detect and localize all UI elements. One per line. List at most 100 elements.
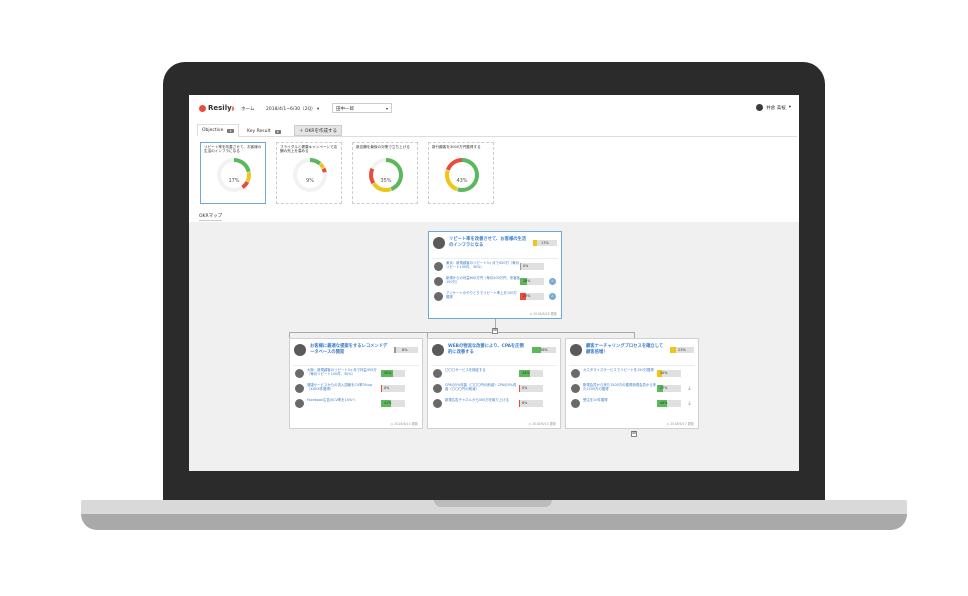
- logo-icon: [199, 104, 206, 112]
- chevron-down-icon: ▾: [385, 106, 388, 111]
- progress-text: 41%: [384, 401, 392, 405]
- department-value: 田中一郎: [336, 107, 354, 112]
- avatar: [294, 344, 306, 356]
- period-selector[interactable]: 2018/4/1~6/30（2Q） ▾: [266, 106, 319, 112]
- key-result-title[interactable]: 東京：新規顧客のリピート3ヶ月で450万（毎月リピート100件、30%）: [446, 261, 520, 269]
- key-result-row[interactable]: カスタマイズサービスでリピートを150万獲得 20%: [569, 366, 695, 381]
- objective-card[interactable]: 新店舗を最後の対策で立ち上げる 35%: [352, 142, 418, 204]
- key-result-row[interactable]: 東京：新規顧客のリピート3ヶ月で450万（毎月リピート100件、30%） 0%: [432, 259, 558, 274]
- tab-objective-label: Objective: [202, 128, 224, 133]
- objective-cards: リピート率を改善させて、お客様の生活のインフラになる 17% ブライダルと健康キャン…: [189, 142, 799, 204]
- key-result-row[interactable]: 大阪：新規顧客のリピート3ヶ月で利益450万（毎月リピート100件、30%） 50…: [293, 366, 419, 381]
- key-result-list: 東京：新規顧客のリピート3ヶ月で450万（毎月リピート100件、30%） 0% 新規…: [432, 258, 558, 304]
- key-result-title[interactable]: 健康サービスからの流入週報をCV率3%up（XXXX件獲得）: [307, 383, 381, 391]
- node-header: お客様に最適な提案をするレコメンドデータベースの開発 8%: [290, 339, 422, 365]
- key-result-title[interactable]: アンケートのやりとりでリピート率上を150万獲得: [446, 291, 520, 299]
- period-label: 2018/4/1~6/30（2Q）: [266, 107, 316, 112]
- app-screen: Resily β ホーム 2018/4/1~6/30（2Q） ▾ 田中一郎 ▾ 井…: [189, 95, 799, 471]
- key-result-title[interactable]: 新規からの利益600万円（毎月200万円、来客各150万）: [446, 276, 520, 284]
- progress-text: 8%: [402, 348, 408, 352]
- key-result-progress: 20%: [657, 370, 681, 377]
- avatar: [433, 369, 442, 378]
- progress-donut: [445, 158, 479, 192]
- tab-count-badge: 8: [274, 129, 281, 134]
- progress-donut: [217, 158, 251, 192]
- avatar: [434, 292, 443, 301]
- objective-progress: 17%: [533, 240, 557, 246]
- key-result-title[interactable]: 大阪：新規顧客のリピート3ヶ月で利益450万（毎月リピート100件、30%）: [307, 368, 381, 376]
- progress-text: 6%: [522, 401, 528, 405]
- progress-text: 36%: [540, 348, 548, 352]
- download-icon[interactable]: ⤓: [686, 400, 693, 407]
- objective-title[interactable]: 顧客ナーチャリングプロセスを確立して顧客倍増！: [586, 344, 666, 356]
- key-result-title[interactable]: 〇〇〇サービスを検証する: [445, 368, 519, 372]
- laptop-mockup: Resily β ホーム 2018/4/1~6/30（2Q） ▾ 田中一郎 ▾ 井…: [0, 0, 968, 596]
- progress-donut: [293, 158, 327, 192]
- key-result-row[interactable]: 健康サービスからの流入週報をCV率3%up（XXXX件獲得） 0%: [293, 381, 419, 396]
- objective-card-progress: 17%: [228, 178, 240, 184]
- warning-icon[interactable]: ⚠: [549, 293, 556, 300]
- key-result-row[interactable]: CPAの5%改善（〇〇〇円の削減）CPAの5%改善（〇〇〇円の削減） 0%: [431, 381, 557, 396]
- user-menu[interactable]: 井倉 美桜 ▾: [756, 104, 791, 111]
- objective-title[interactable]: WEBの物流な改善により、CPAを圧倒的に改善する: [448, 344, 528, 356]
- objective-card[interactable]: リピート率を改善させて、お客様の生活のインフラになる 17%: [200, 142, 266, 204]
- key-result-progress: 6%: [519, 400, 543, 407]
- progress-donut: [369, 158, 403, 192]
- key-result-row[interactable]: 新規会員から来た1500万の獲得新規会員から来た1500万の獲得 27% ⤓: [569, 381, 695, 396]
- logo-beta: β: [231, 105, 235, 111]
- laptop-base-bottom: [81, 514, 907, 530]
- objective-card[interactable]: 新行顧客を3000万円獲得する 43%: [428, 142, 494, 204]
- laptop-notch: [434, 500, 552, 507]
- progress-text: 27%: [660, 386, 668, 390]
- key-result-row[interactable]: アンケートのやりとりでリピート率上を150万獲得 23% ⚠: [432, 289, 558, 304]
- okr-map-tab[interactable]: OKRマップ: [199, 213, 223, 221]
- key-result-row[interactable]: Facebook広告のCV率を15%へ 41%: [293, 396, 419, 411]
- objective-card[interactable]: ブライダルと健康キャンペーンで店舗の売上を高める 9%: [276, 142, 342, 204]
- download-icon[interactable]: ⤓: [686, 385, 693, 392]
- progress-text: 40%: [660, 401, 668, 405]
- progress-text: 17%: [541, 241, 549, 245]
- last-updated: ◎ 2018/6/17 更新: [666, 422, 694, 426]
- create-okr-button[interactable]: ＋ OKRを作成する: [294, 125, 343, 136]
- nav-home-link[interactable]: ホーム: [241, 106, 254, 112]
- avatar: [434, 277, 443, 286]
- key-result-row[interactable]: 新規からの利益600万円（毎月200万円、来客各150万） 28% ⚠: [432, 274, 558, 289]
- key-result-progress: 40%: [657, 400, 681, 407]
- objective-progress: 36%: [532, 347, 556, 353]
- user-name: 井倉 美桜: [766, 105, 786, 111]
- okr-map-canvas[interactable]: リピート率を改善させて、お客様の生活のインフラになる 17% 東京：新規顧客のリピー…: [189, 222, 799, 471]
- key-result-progress: 23%: [520, 293, 544, 300]
- objective-title[interactable]: リピート率を改善させて、お客様の生活のインフラになる: [449, 237, 529, 249]
- progress-bar-fill: [519, 385, 520, 392]
- okr-child-node[interactable]: お客様に最適な提案をするレコメンドデータベースの開発 8% 大阪：新規顧客のリピート…: [289, 338, 423, 429]
- key-result-title[interactable]: 新規会員から来た1500万の獲得新規会員から来た1500万の獲得: [583, 383, 657, 391]
- okr-root-node[interactable]: リピート率を改善させて、お客様の生活のインフラになる 17% 東京：新規顧客のリピー…: [428, 231, 562, 319]
- okr-child-node[interactable]: WEBの物流な改善により、CPAを圧倒的に改善する 36% 〇〇〇サービスを検証する…: [427, 338, 561, 429]
- key-result-progress: 0%: [519, 385, 543, 392]
- key-result-row[interactable]: 受注を20件獲得 40% ⤓: [569, 396, 695, 411]
- progress-bar-fill: [381, 385, 382, 392]
- warning-icon[interactable]: ⚠: [549, 278, 556, 285]
- key-result-title[interactable]: 受注を20件獲得: [583, 398, 657, 402]
- key-result-title[interactable]: CPAの5%改善（〇〇〇円の削減）CPAの5%改善（〇〇〇円の削減）: [445, 383, 519, 391]
- progress-text: 50%: [384, 371, 392, 375]
- key-result-list: 〇〇〇サービスを検証する 44% CPAの5%改善（〇〇〇円の削減）CPAの5%改善…: [431, 365, 557, 411]
- key-result-title[interactable]: 新規広告チャネルから500万を取り上げる: [445, 398, 519, 402]
- expand-icon[interactable]: ⊞: [492, 328, 498, 334]
- expand-icon[interactable]: ⊞: [631, 431, 637, 437]
- objective-progress: 23%: [670, 347, 694, 353]
- department-select[interactable]: 田中一郎 ▾: [332, 103, 392, 113]
- key-result-title[interactable]: Facebook広告のCV率を15%へ: [307, 398, 381, 402]
- key-result-row[interactable]: 〇〇〇サービスを検証する 44%: [431, 366, 557, 381]
- node-header: WEBの物流な改善により、CPAを圧倒的に改善する 36%: [428, 339, 560, 365]
- key-result-row[interactable]: 新規広告チャネルから500万を取り上げる 6%: [431, 396, 557, 411]
- key-result-progress: 44%: [519, 370, 543, 377]
- last-updated: ◎ 2018/6/18 更新: [529, 312, 557, 316]
- progress-bar-fill: [520, 263, 521, 270]
- tab-objective[interactable]: Objective 4: [197, 124, 239, 137]
- objective-title[interactable]: お客様に最適な提案をするレコメンドデータベースの開発: [310, 344, 390, 356]
- okr-child-node[interactable]: 顧客ナーチャリングプロセスを確立して顧客倍増！ 23% カスタマイズサービスでリピー…: [565, 338, 699, 429]
- progress-text: 20%: [660, 371, 668, 375]
- app-logo[interactable]: Resily β: [199, 104, 235, 112]
- key-result-title[interactable]: カスタマイズサービスでリピートを150万獲得: [583, 368, 657, 372]
